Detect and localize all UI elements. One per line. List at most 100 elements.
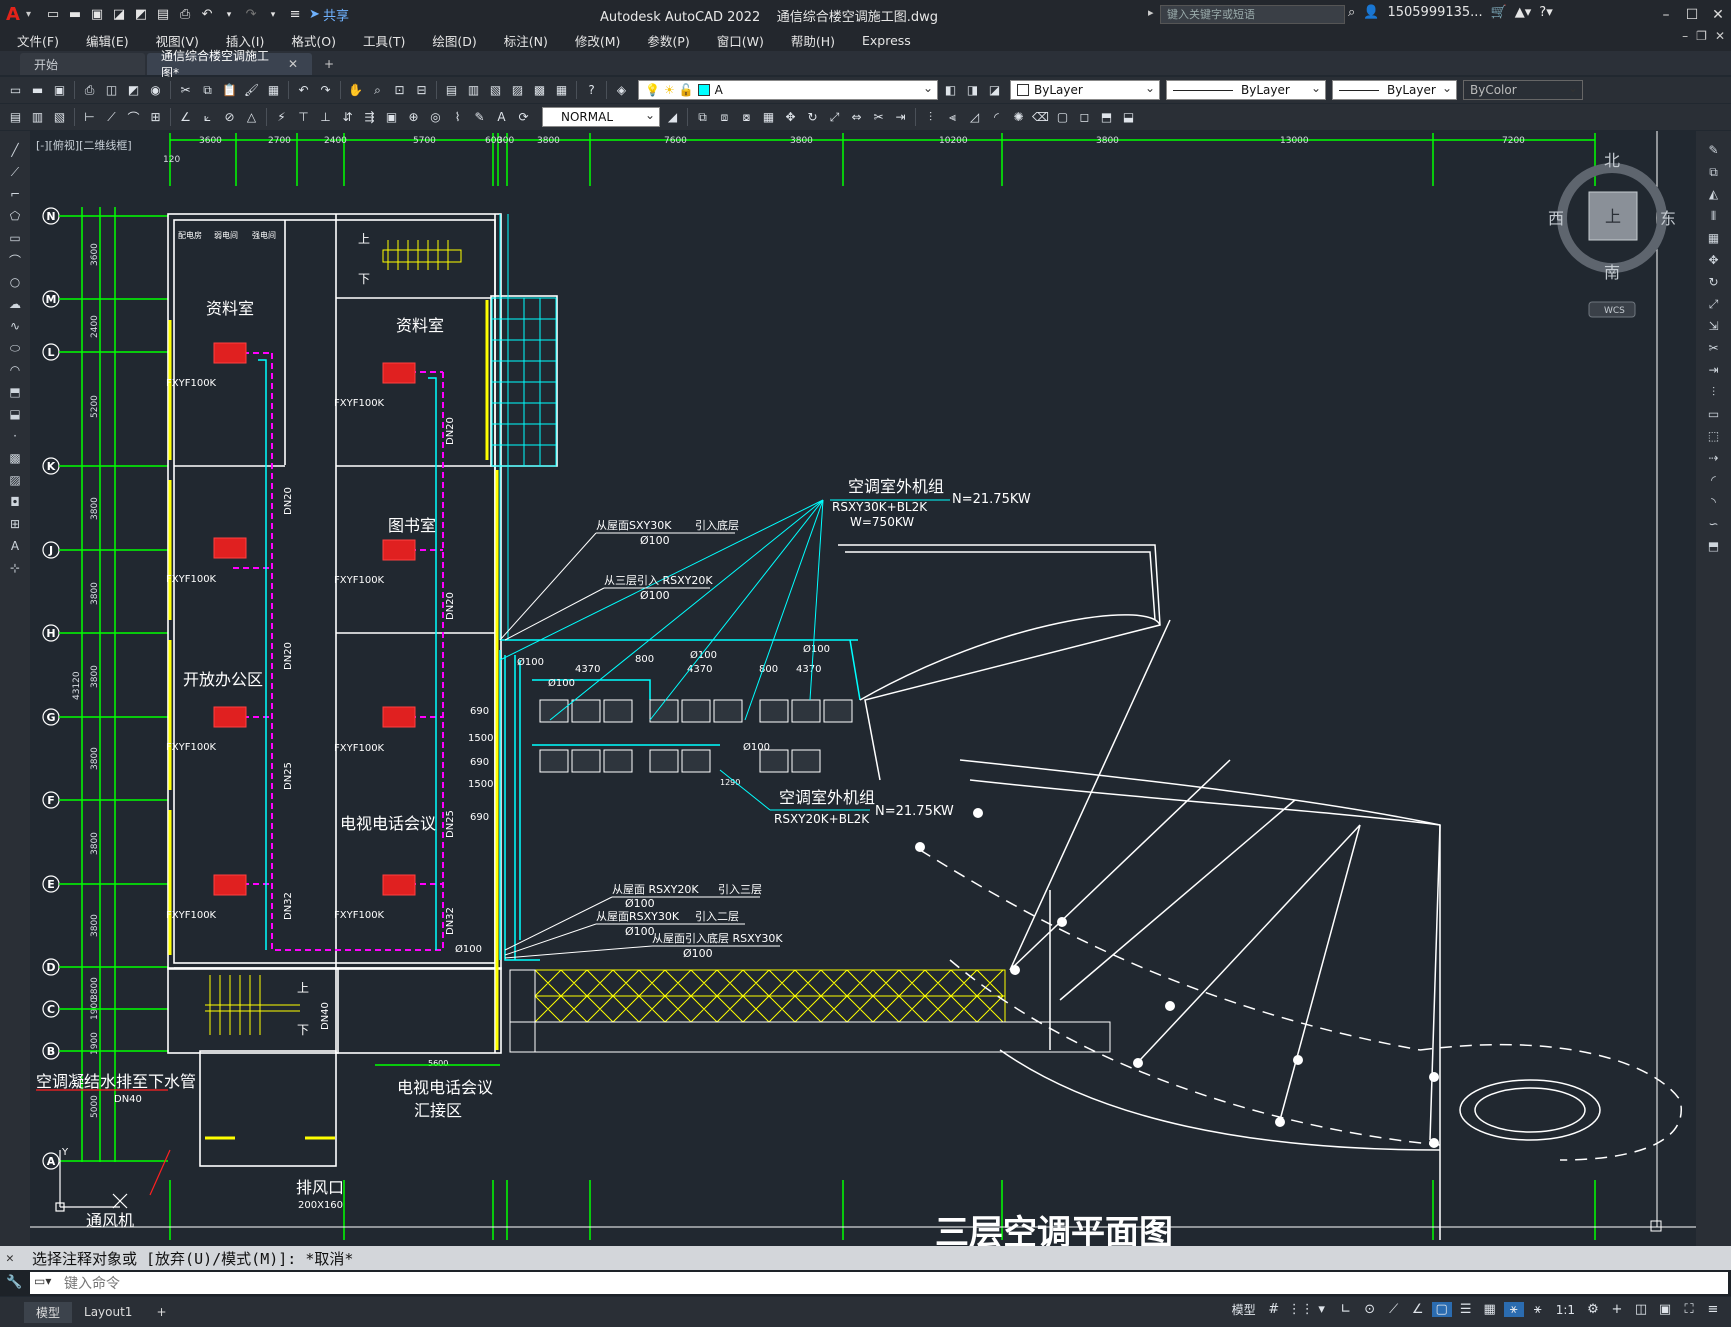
ordinate-icon[interactable]: ⊞ [146, 108, 165, 127]
add-layout-button[interactable]: + [144, 1303, 178, 1321]
aligned-dim-icon[interactable]: ▧ [50, 108, 69, 127]
extend-icon[interactable]: ⇥ [1705, 361, 1723, 379]
publish-icon[interactable]: ◩ [124, 81, 143, 100]
dimstyle-manager-icon[interactable]: ◢ [663, 108, 682, 127]
trim-icon[interactable]: ✂ [1705, 339, 1723, 357]
blend-curves-icon[interactable]: ∽ [1705, 515, 1723, 533]
line-icon[interactable]: ╱ [6, 141, 24, 159]
close-command-line-icon[interactable]: ✕ [6, 1251, 14, 1266]
zoom-realtime-icon[interactable]: ⌕ [368, 81, 387, 100]
plus-icon[interactable]: + [1607, 1302, 1627, 1317]
ellipse-arc-icon[interactable]: ◠ [6, 361, 24, 379]
new-tab-button[interactable]: + [314, 53, 344, 75]
annotation-visibility-icon[interactable]: ⚹ [1503, 1302, 1524, 1317]
menu-help[interactable]: 帮助(H) [774, 31, 845, 50]
offset-icon[interactable]: ⫴ [1705, 207, 1723, 225]
dim-break-icon[interactable]: ⇶ [360, 108, 379, 127]
workspace-icon[interactable]: ⚙ [1583, 1302, 1603, 1317]
copy-icon[interactable]: ⧉ [1705, 163, 1723, 181]
open-file-icon[interactable]: ▬ [65, 5, 85, 25]
osnap-tracking-icon[interactable]: ∠ [1408, 1302, 1428, 1317]
calculator-icon[interactable]: ▦ [552, 81, 571, 100]
sheet-set-icon[interactable]: ▨ [508, 81, 527, 100]
fillet-icon[interactable]: ◜ [987, 108, 1006, 127]
array-icon[interactable]: ▦ [759, 108, 778, 127]
ellipse-icon[interactable]: ⬭ [6, 339, 24, 357]
mirror-icon[interactable]: ◭ [1705, 185, 1723, 203]
offset-icon[interactable]: ⧇ [737, 108, 756, 127]
recent-commands-icon[interactable]: ▭▾ [34, 1274, 51, 1288]
menu-tools[interactable]: 工具(T) [346, 31, 415, 50]
baseline-icon[interactable]: ⊤ [294, 108, 313, 127]
tolerance-icon[interactable]: ▣ [382, 108, 401, 127]
grid-icon[interactable]: # [1264, 1302, 1284, 1317]
save-as-icon[interactable]: ◪ [109, 5, 129, 25]
angular-icon[interactable]: △ [242, 108, 261, 127]
circle-icon[interactable]: ○ [6, 273, 24, 291]
insert-block-icon[interactable]: ⬒ [6, 383, 24, 401]
model-space-button[interactable]: 模型 [1228, 1301, 1260, 1318]
new-file-icon[interactable]: ▭ [43, 5, 63, 25]
help-icon[interactable]: ? [582, 81, 601, 100]
menu-modify[interactable]: 修改(M) [558, 31, 631, 50]
markup-icon[interactable]: ▩ [530, 81, 549, 100]
plot-icon[interactable]: ⎙ [80, 81, 99, 100]
center-mark-icon[interactable]: ⊕ [404, 108, 423, 127]
zoom-previous-icon[interactable]: ⊟ [412, 81, 431, 100]
group-icon[interactable]: ▢ [1053, 108, 1072, 127]
lineweight-icon[interactable]: ☰ [1456, 1302, 1476, 1317]
quick-dim-icon[interactable]: ⚡ [272, 108, 291, 127]
tool-palettes-icon[interactable]: ▧ [486, 81, 505, 100]
pan-icon[interactable]: ✋ [346, 81, 365, 100]
erase-icon[interactable]: ✎ [1705, 141, 1723, 159]
share-button[interactable]: ➤ 共享 [309, 5, 349, 24]
user-icon[interactable]: 👤 [1363, 5, 1379, 20]
layer-states-icon[interactable]: ◪ [985, 81, 1004, 100]
dimstyle-dropdown[interactable]: NORMAL [542, 107, 660, 127]
tab-drawing[interactable]: 通信综合楼空调施工图* ✕ [147, 49, 312, 80]
open-web-icon[interactable]: ◩ [131, 5, 151, 25]
make-block-icon[interactable]: ⬓ [6, 405, 24, 423]
scale-icon[interactable]: ⤢ [1705, 295, 1723, 313]
redo-icon[interactable]: ↷ [241, 5, 261, 25]
polygon-icon[interactable]: ⬠ [6, 207, 24, 225]
maximize-button[interactable]: ☐ [1679, 0, 1705, 29]
dim-space-icon[interactable]: ⇵ [338, 108, 357, 127]
cut-icon[interactable]: ✂ [176, 81, 195, 100]
inspection-icon[interactable]: ◎ [426, 108, 445, 127]
isodraft-icon[interactable]: ⟋ [1384, 1302, 1404, 1317]
transparency-icon[interactable]: ▦ [1480, 1302, 1500, 1317]
explode-icon[interactable]: ✺ [1009, 108, 1028, 127]
customize-qat-icon[interactable]: ≡ [285, 5, 305, 25]
make-current-layer-icon[interactable]: ◧ [941, 81, 960, 100]
user-name[interactable]: 1505999135... [1387, 5, 1482, 20]
blend-icon[interactable]: ◝ [1705, 493, 1723, 511]
doc-minimize-button[interactable]: – [1682, 29, 1688, 43]
customize-command-icon[interactable]: 🔧 [6, 1275, 22, 1290]
3d-print-icon[interactable]: ◉ [146, 81, 165, 100]
doc-restore-button[interactable]: ❐ [1696, 29, 1707, 43]
plot-preview-icon[interactable]: ◫ [102, 81, 121, 100]
move-icon[interactable]: ✥ [781, 108, 800, 127]
insert-block-icon[interactable]: ⬒ [1097, 108, 1116, 127]
arc-icon[interactable]: ⌒ [6, 251, 24, 269]
region-icon[interactable]: ◘ [6, 493, 24, 511]
annotation-scale-button[interactable]: 1:1 [1552, 1303, 1579, 1317]
continue-icon[interactable]: ⊥ [316, 108, 335, 127]
linetype-dropdown[interactable]: ByLayer [1166, 80, 1326, 100]
menu-file[interactable]: 文件(F) [0, 31, 69, 50]
app-menu-chevron-icon[interactable]: ▾ [26, 9, 31, 20]
cart-icon[interactable]: 🛒 [1491, 5, 1507, 20]
autodesk-app-icon[interactable]: ▲▾ [1515, 5, 1532, 20]
spline-icon[interactable]: ∿ [6, 317, 24, 335]
drawing-canvas[interactable]: 3600 2700 2400 5700 600 300 3800 7600 38… [30, 131, 1696, 1246]
zoom-window-icon[interactable]: ⊡ [390, 81, 409, 100]
hatch-icon[interactable]: ▩ [6, 449, 24, 467]
fillet-icon[interactable]: ◜ [1705, 471, 1723, 489]
save-web-icon[interactable]: ▤ [153, 5, 173, 25]
search-icon[interactable]: ⌕ [1348, 5, 1355, 20]
linear-dim-icon[interactable]: ▥ [28, 108, 47, 127]
mtext-icon[interactable]: A [6, 537, 24, 555]
auto-scale-icon[interactable]: ⚹ [1528, 1302, 1548, 1317]
autocad-logo-icon[interactable]: A [0, 0, 26, 29]
